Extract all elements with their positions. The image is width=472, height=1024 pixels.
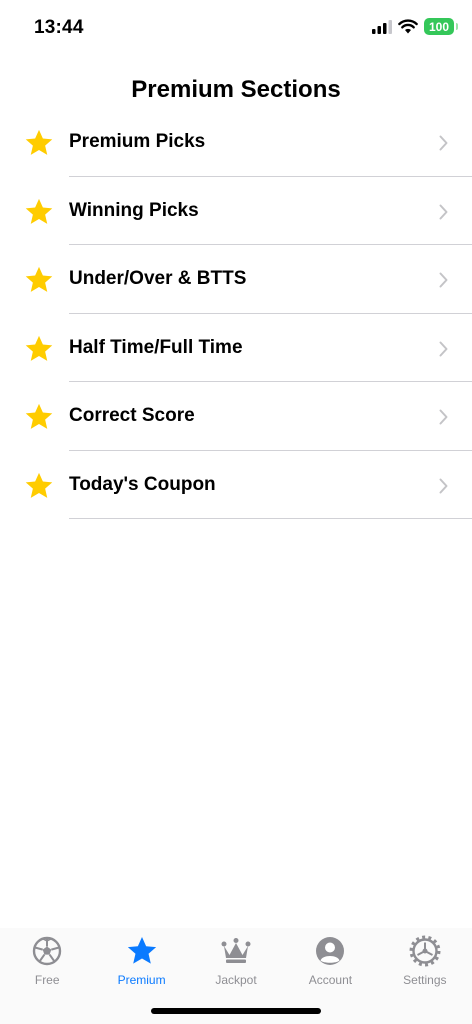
battery-level: 100 (428, 19, 450, 34)
crown-icon (221, 938, 251, 963)
status-bar: 13:44 100 (0, 0, 472, 56)
section-item-premium-picks[interactable]: Premium Picks (0, 108, 472, 177)
section-label: Winning Picks (69, 199, 199, 221)
tab-label: Jackpot (215, 973, 257, 987)
section-item-todays-coupon[interactable]: Today's Coupon (0, 451, 472, 519)
status-time: 13:44 (34, 17, 84, 38)
gear-icon (409, 935, 441, 967)
section-label: Today's Coupon (69, 473, 216, 495)
star-icon (25, 335, 53, 361)
tab-label: Premium (117, 973, 166, 987)
wifi-icon (398, 19, 418, 34)
tab-label: Account (308, 973, 353, 987)
tab-label: Settings (403, 973, 447, 987)
tab-label: Free (34, 973, 60, 987)
row-divider (69, 518, 472, 519)
star-icon (25, 403, 53, 429)
section-item-half-time-full-time[interactable]: Half Time/Full Time (0, 314, 472, 382)
tab-settings[interactable]: Settings (378, 928, 472, 1024)
section-item-winning-picks[interactable]: Winning Picks (0, 177, 472, 245)
section-label: Under/Over & BTTS (69, 268, 247, 289)
star-icon (25, 266, 53, 292)
tab-free[interactable]: Free (0, 928, 94, 1024)
battery-indicator: 100 (424, 18, 458, 35)
person-circle-icon (316, 937, 345, 965)
section-label: Half Time/Full Time (69, 336, 243, 358)
chevron-right-icon (439, 341, 448, 356)
chevron-right-icon (439, 135, 448, 151)
section-label: Correct Score (69, 405, 195, 426)
star-icon (25, 129, 53, 155)
chevron-right-icon (439, 272, 448, 288)
status-indicators: 100 (372, 18, 458, 35)
cellular-signal-icon (372, 19, 392, 34)
page-title: Premium Sections (131, 76, 341, 103)
section-item-under-over-btts[interactable]: Under/Over & BTTS (0, 245, 472, 314)
star-icon (25, 198, 53, 224)
chevron-right-icon (439, 478, 448, 493)
soccer-ball-icon (33, 936, 62, 966)
section-item-correct-score[interactable]: Correct Score (0, 382, 472, 451)
section-label: Premium Picks (69, 131, 206, 152)
star-icon (127, 937, 156, 964)
premium-sections-list: Premium Picks Winning Picks Under/Over &… (0, 108, 472, 519)
chevron-right-icon (439, 204, 448, 219)
star-icon (25, 472, 53, 498)
home-indicator (151, 1008, 321, 1014)
chevron-right-icon (439, 409, 448, 425)
